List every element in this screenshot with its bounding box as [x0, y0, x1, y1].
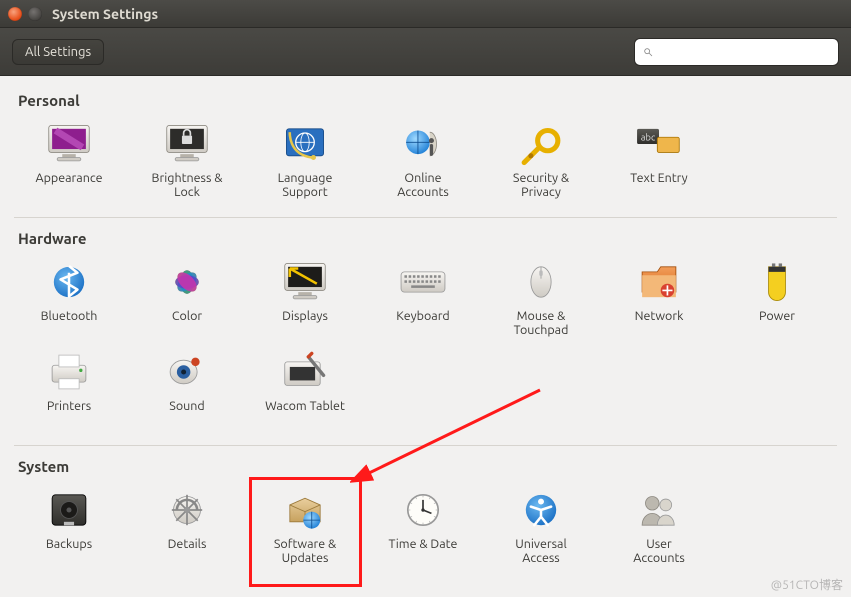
time-icon: [391, 487, 455, 533]
settings-item-label: Network: [604, 309, 714, 339]
settings-item-label: Brightness & Lock: [132, 171, 242, 201]
settings-item-label: Time & Date: [368, 537, 478, 567]
settings-item-label: Security & Privacy: [486, 171, 596, 201]
section-personal-grid: Appearance Brightness & Lock Language Su…: [0, 115, 851, 213]
settings-item-label: Backups: [14, 537, 124, 567]
window-controls: [8, 7, 42, 21]
settings-item-sound[interactable]: Sound: [128, 343, 246, 433]
settings-item-power[interactable]: Power: [718, 253, 836, 343]
keyboard-icon: [391, 259, 455, 305]
settings-item-users[interactable]: User Accounts: [600, 481, 718, 571]
security-icon: [509, 121, 573, 167]
settings-item-bluetooth[interactable]: Bluetooth: [10, 253, 128, 343]
settings-item-label: Power: [722, 309, 832, 339]
window-title: System Settings: [52, 6, 158, 22]
appearance-icon: [37, 121, 101, 167]
settings-item-label: Wacom Tablet: [250, 399, 360, 429]
displays-icon: [273, 259, 337, 305]
settings-item-label: Sound: [132, 399, 242, 429]
watermark: @51CTO博客: [771, 576, 843, 593]
language-icon: [273, 121, 337, 167]
section-system-grid: Backups Details Software & Updates Time …: [0, 481, 851, 579]
settings-item-printers[interactable]: Printers: [10, 343, 128, 433]
brightness-lock-icon: [155, 121, 219, 167]
settings-item-displays[interactable]: Displays: [246, 253, 364, 343]
universal-access-icon: [509, 487, 573, 533]
wacom-icon: [273, 349, 337, 395]
settings-item-label: Color: [132, 309, 242, 339]
toolbar: All Settings: [0, 28, 851, 76]
settings-item-mouse[interactable]: Mouse & Touchpad: [482, 253, 600, 343]
mouse-icon: [509, 259, 573, 305]
settings-item-label: Printers: [14, 399, 124, 429]
users-icon: [627, 487, 691, 533]
settings-item-brightness[interactable]: Brightness & Lock: [128, 115, 246, 205]
settings-item-label: Displays: [250, 309, 360, 339]
settings-item-label: User Accounts: [604, 537, 714, 567]
divider: [14, 445, 837, 446]
titlebar: System Settings: [0, 0, 851, 28]
software-icon: [273, 487, 337, 533]
settings-item-wacom[interactable]: Wacom Tablet: [246, 343, 364, 433]
online-accounts-icon: [391, 121, 455, 167]
settings-item-details[interactable]: Details: [128, 481, 246, 571]
settings-item-time[interactable]: Time & Date: [364, 481, 482, 571]
backups-icon: [37, 487, 101, 533]
settings-item-label: Language Support: [250, 171, 360, 201]
content-area: Personal Appearance Brightness & Lock La…: [0, 76, 851, 597]
search-icon: [643, 45, 653, 59]
all-settings-button[interactable]: All Settings: [12, 39, 104, 65]
settings-item-appearance[interactable]: Appearance: [10, 115, 128, 205]
text-entry-icon: abc: [627, 121, 691, 167]
settings-item-label: Online Accounts: [368, 171, 478, 201]
settings-item-label: Appearance: [14, 171, 124, 201]
settings-item-security[interactable]: Security & Privacy: [482, 115, 600, 205]
section-hardware-grid: Bluetooth Color Displays Keyboard Mouse …: [0, 253, 851, 441]
settings-item-online-accounts[interactable]: Online Accounts: [364, 115, 482, 205]
settings-item-software[interactable]: Software & Updates: [246, 481, 364, 571]
search-input[interactable]: [659, 45, 830, 59]
settings-item-network[interactable]: Network: [600, 253, 718, 343]
settings-item-label: Software & Updates: [250, 537, 360, 567]
svg-text:abc: abc: [641, 132, 656, 143]
color-icon: [155, 259, 219, 305]
settings-item-keyboard[interactable]: Keyboard: [364, 253, 482, 343]
close-icon[interactable]: [8, 7, 22, 21]
divider: [14, 217, 837, 218]
settings-item-label: Keyboard: [368, 309, 478, 339]
network-icon: [627, 259, 691, 305]
power-icon: [745, 259, 809, 305]
settings-item-label: Universal Access: [486, 537, 596, 567]
search-field[interactable]: [634, 38, 839, 66]
settings-item-label: Mouse & Touchpad: [486, 309, 596, 339]
sound-icon: [155, 349, 219, 395]
settings-item-text-entry[interactable]: abc Text Entry: [600, 115, 718, 205]
minimize-icon[interactable]: [28, 7, 42, 21]
settings-item-universal[interactable]: Universal Access: [482, 481, 600, 571]
printers-icon: [37, 349, 101, 395]
settings-item-language[interactable]: Language Support: [246, 115, 364, 205]
settings-item-label: Text Entry: [604, 171, 714, 201]
section-hardware-title: Hardware: [0, 224, 851, 253]
settings-item-backups[interactable]: Backups: [10, 481, 128, 571]
section-personal-title: Personal: [0, 86, 851, 115]
details-icon: [155, 487, 219, 533]
settings-item-label: Bluetooth: [14, 309, 124, 339]
bluetooth-icon: [37, 259, 101, 305]
settings-item-color[interactable]: Color: [128, 253, 246, 343]
section-system-title: System: [0, 452, 851, 481]
settings-item-label: Details: [132, 537, 242, 567]
